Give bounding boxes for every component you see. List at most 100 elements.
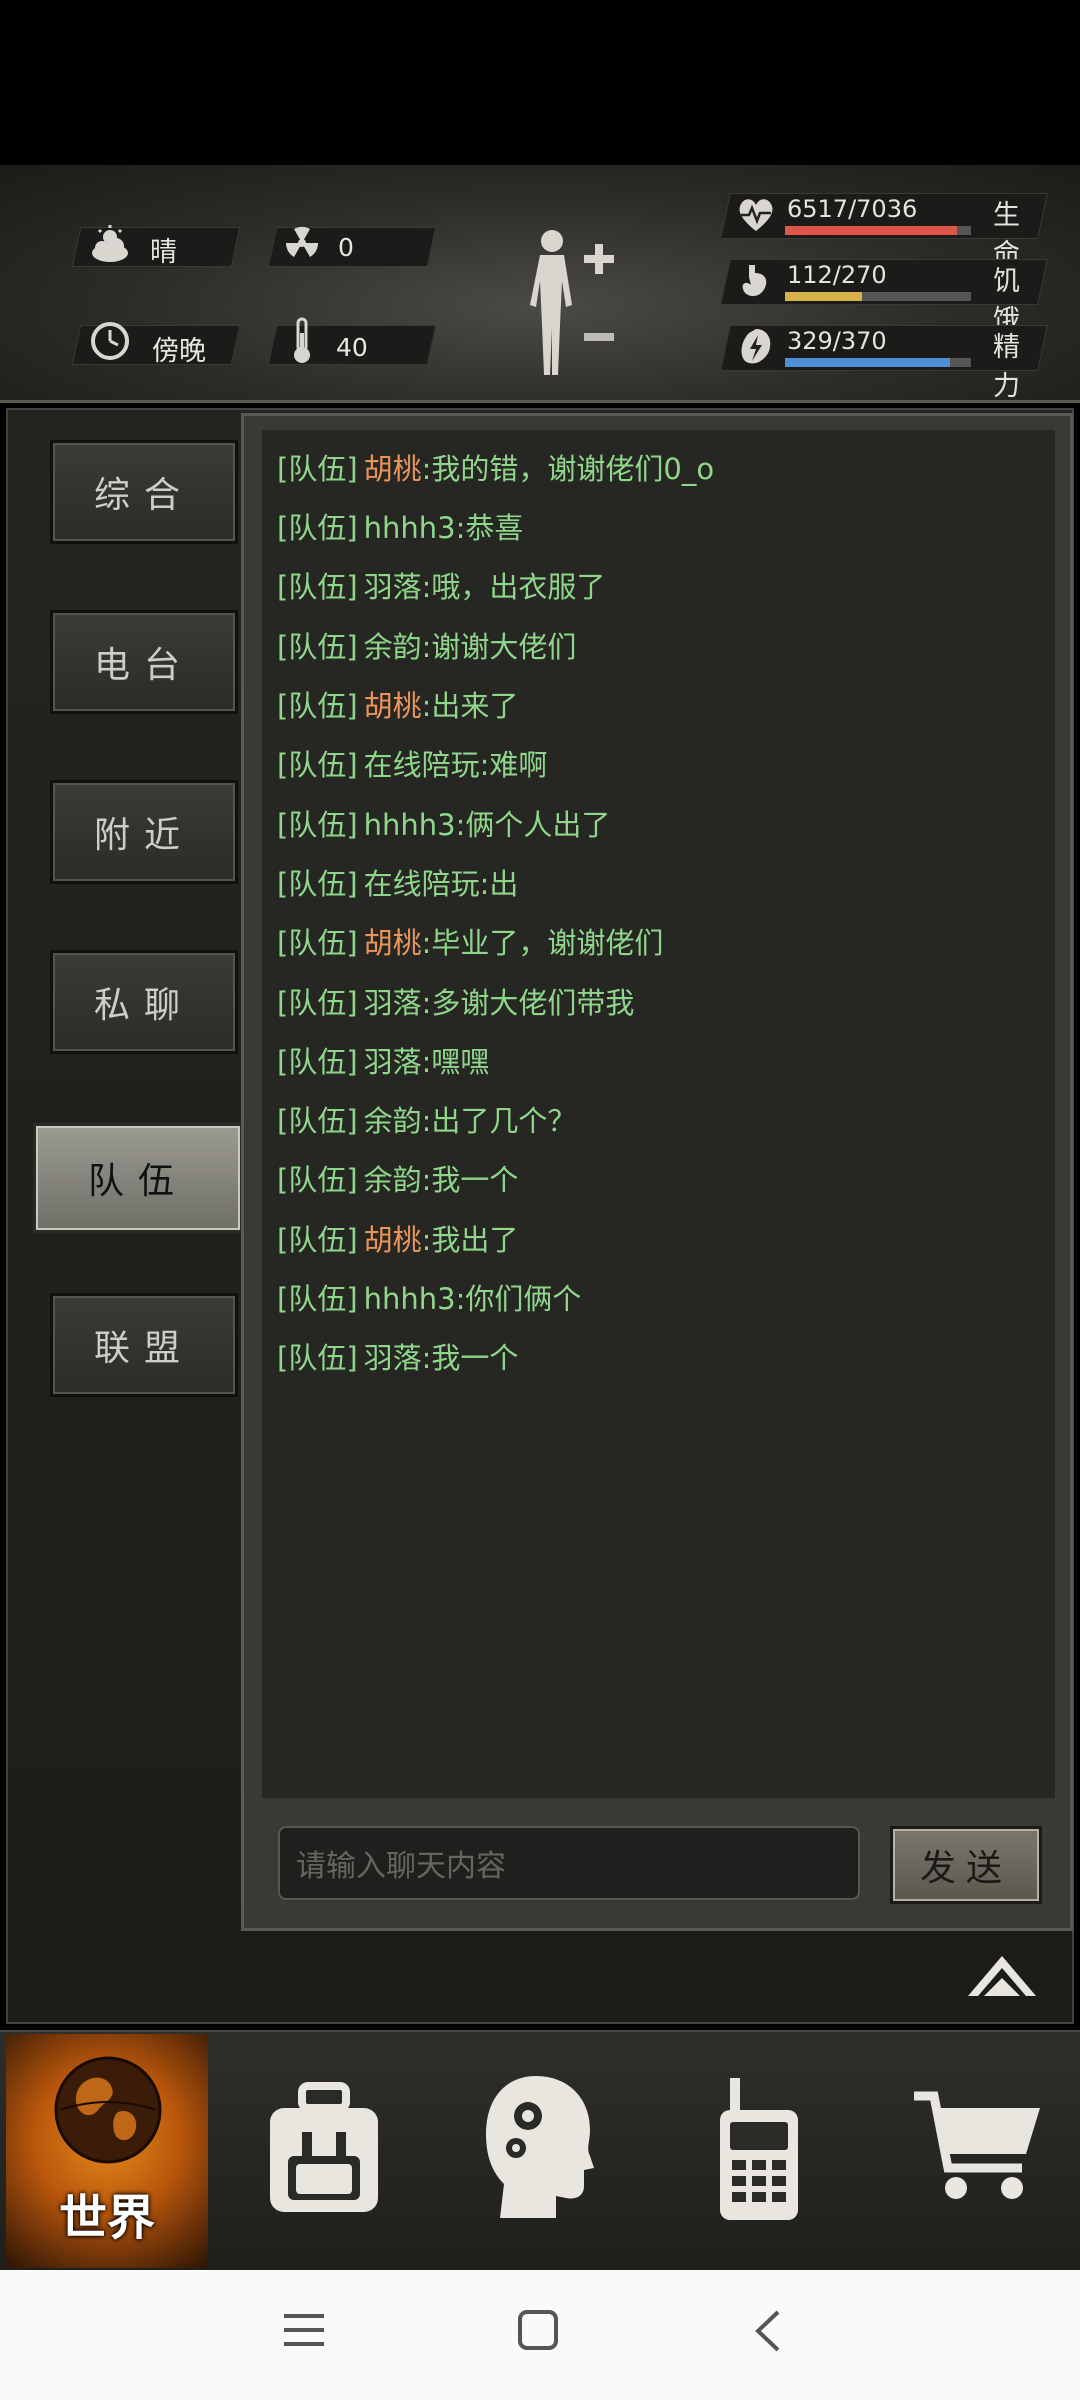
world-tab[interactable]: 世界: [6, 2034, 208, 2268]
energy-label: 精力: [993, 332, 1020, 402]
message-text: :难啊: [479, 748, 548, 783]
heartbeat-icon: [737, 197, 775, 237]
message-sender[interactable]: 余韵: [364, 1104, 422, 1138]
chat-message: [队伍] 羽落:哦，出衣服了: [277, 564, 605, 606]
message-channel-tag: [队伍]: [277, 570, 358, 605]
message-text: :多谢大佬们带我: [421, 985, 635, 1020]
message-sender[interactable]: 在线陪玩: [364, 748, 480, 782]
message-text: :毕业了，谢谢佬们: [421, 926, 664, 961]
message-channel-tag: [队伍]: [277, 748, 358, 783]
message-sender[interactable]: 羽落: [364, 1045, 422, 1079]
message-text: :我出了: [421, 1222, 519, 1257]
weather-label: 晴: [150, 237, 177, 268]
chat-message: [队伍] hhhh3:你们俩个: [277, 1276, 581, 1318]
message-channel-tag: [队伍]: [277, 1222, 358, 1257]
chat-message: [队伍] 在线陪玩:出: [277, 861, 518, 903]
message-sender[interactable]: hhhh3: [364, 808, 456, 842]
message-text: :出了几个？: [421, 1104, 577, 1139]
tab-radio[interactable]: 电台: [50, 610, 238, 714]
chat-message: [队伍] 余韵:谢谢大佬们: [277, 624, 576, 666]
message-sender[interactable]: 余韵: [364, 630, 422, 664]
hunger-bar: [785, 292, 862, 301]
menu-icon[interactable]: [282, 2310, 326, 2354]
message-text: :哦，出衣服了: [421, 570, 606, 605]
body-status-button[interactable]: [520, 225, 630, 385]
message-channel-tag: [队伍]: [277, 629, 358, 664]
tab-nearby[interactable]: 附近: [50, 780, 238, 884]
tab-team[interactable]: 队伍: [33, 1123, 243, 1233]
energy-bar: [785, 358, 950, 367]
message-sender[interactable]: 胡桃: [364, 926, 422, 960]
message-text: :出来了: [421, 689, 519, 723]
chat-message: [队伍] 在线陪玩:难啊: [277, 742, 547, 784]
skills-head-icon: [486, 2076, 594, 2218]
send-button[interactable]: 发送: [890, 1826, 1042, 1904]
weather-cloud-sun-icon: [88, 225, 128, 265]
chat-message-list[interactable]: [队伍]余韵:准备[队伍]hhhh3:开[队伍]余韵:关2战嗨[队伍]在线陪玩:…: [262, 430, 1055, 1798]
temperature-value: 40: [336, 333, 368, 362]
collapse-up-button[interactable]: [966, 1952, 1038, 2002]
chat-message: [队伍] 余韵:我一个: [277, 1157, 518, 1199]
stomach-icon: [739, 263, 771, 303]
message-sender[interactable]: 胡桃: [364, 452, 422, 486]
message-channel-tag: [队伍]: [277, 1163, 358, 1198]
message-channel-tag: [队伍]: [277, 985, 358, 1020]
tab-alliance[interactable]: 联盟: [50, 1293, 238, 1397]
message-text: :恭喜: [455, 511, 524, 546]
message-text: :你们俩个: [455, 1282, 582, 1316]
vital-stats: 6517/7036 生命 112/270 饥饿 329/370 精力: [720, 193, 1048, 402]
backpack-button[interactable]: [262, 2080, 386, 2220]
message-sender[interactable]: 羽落: [364, 570, 422, 604]
message-channel-tag: [队伍]: [277, 451, 358, 486]
time-label: 傍晚: [152, 336, 206, 367]
message-sender[interactable]: hhhh3: [364, 511, 456, 545]
message-sender[interactable]: hhhh3: [364, 1282, 456, 1316]
message-sender[interactable]: 胡桃: [364, 689, 422, 723]
message-sender[interactable]: 羽落: [364, 986, 422, 1020]
chat-message: [队伍] 羽落:多谢大佬们带我: [277, 980, 634, 1022]
chat-message: [队伍] 胡桃:我出了: [277, 1217, 518, 1259]
message-channel-tag: [队伍]: [277, 807, 358, 842]
message-text: :出: [479, 866, 519, 901]
message-channel-tag: [队伍]: [277, 1104, 358, 1139]
status-bar-area: [0, 0, 1080, 165]
backpack-icon: [270, 2082, 378, 2212]
message-channel-tag: [队伍]: [277, 866, 358, 901]
message-sender[interactable]: 羽落: [364, 1341, 422, 1375]
message-channel-tag: [队伍]: [277, 1282, 358, 1316]
message-channel-tag: [队伍]: [277, 689, 358, 723]
message-text: :俩个人出了: [455, 807, 611, 842]
life-value: 6517/7036: [787, 195, 918, 223]
radiation-value: 0: [338, 233, 354, 262]
message-sender[interactable]: 胡桃: [364, 1223, 422, 1257]
energy-bolt-icon: [739, 327, 773, 371]
message-sender[interactable]: 余韵: [364, 1163, 422, 1197]
message-sender[interactable]: 在线陪玩: [364, 867, 480, 901]
chat-input[interactable]: 请输入聊天内容: [278, 1826, 860, 1900]
energy-value: 329/370: [787, 327, 887, 355]
message-text: :我一个: [421, 1163, 519, 1198]
shop-button[interactable]: [912, 2088, 1044, 2204]
chat-message: [队伍] 羽落:嘿嘿: [277, 1039, 489, 1081]
message-channel-tag: [队伍]: [277, 1341, 358, 1376]
human-body-icon: [530, 230, 614, 375]
chat-message: [队伍] 余韵:出了几个？: [277, 1098, 576, 1140]
radio-button[interactable]: [716, 2074, 802, 2224]
hunger-value: 112/270: [787, 261, 887, 289]
home-icon[interactable]: [516, 2308, 560, 2356]
skills-button[interactable]: [486, 2072, 596, 2222]
system-nav-bar: [0, 2270, 1080, 2400]
chat-message: [队伍] 胡桃:毕业了，谢谢佬们: [277, 920, 663, 962]
back-icon[interactable]: [752, 2308, 782, 2358]
tab-private[interactable]: 私聊: [50, 950, 238, 1054]
chat-message: [队伍] 羽落:我一个: [277, 1335, 518, 1377]
world-tab-label: 世界: [58, 2190, 155, 2246]
message-text: :我一个: [421, 1341, 519, 1376]
message-text: :嘿嘿: [421, 1044, 490, 1079]
tab-general[interactable]: 综合: [50, 440, 238, 544]
chat-input-placeholder: 请输入聊天内容: [296, 1849, 506, 1884]
life-bar: [785, 226, 957, 235]
clock-icon: [90, 321, 130, 361]
walkie-talkie-icon: [720, 2078, 798, 2220]
thermometer-icon: [290, 317, 314, 365]
